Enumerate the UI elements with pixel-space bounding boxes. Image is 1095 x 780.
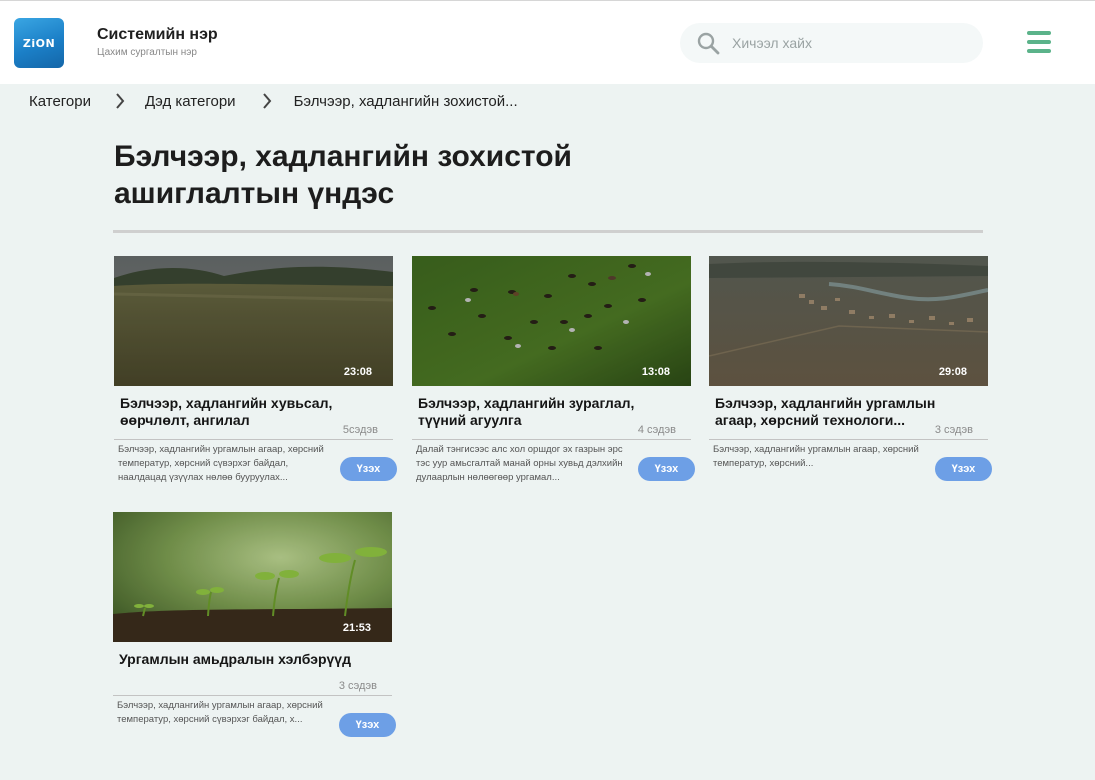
- breadcrumb-category[interactable]: Категори: [29, 93, 91, 110]
- course-title[interactable]: Бэлчээр, хадлангийн ургамлын агаар, хөрс…: [715, 395, 955, 429]
- zion-logo[interactable]: ZiON: [14, 18, 64, 68]
- course-thumbnail-cattle[interactable]: 13:08: [412, 256, 691, 386]
- lesson-count: 3 сэдэв: [934, 424, 973, 436]
- system-name: Системийн нэр: [97, 26, 218, 43]
- card-divider: [114, 439, 393, 440]
- course-card[interactable]: 13:08 Бэлчээр, хадлангийн зураглал, түүн…: [412, 256, 695, 488]
- video-duration: 23:08: [343, 366, 372, 378]
- hamburger-menu-icon[interactable]: [1027, 31, 1053, 55]
- course-description: Бэлчээр, хадлангийн ургамлын агаар, хөрс…: [117, 700, 323, 725]
- course-title[interactable]: Ургамлын амьдралын хэлбэрүүд: [119, 651, 359, 668]
- title-divider: [113, 230, 983, 233]
- course-card[interactable]: 23:08 Бэлчээр, хадлангийн хувьсал, өөрчл…: [114, 256, 397, 488]
- course-thumbnail-grassland[interactable]: 23:08: [114, 256, 393, 386]
- video-duration: 29:08: [938, 366, 967, 378]
- video-duration: 13:08: [641, 366, 670, 378]
- lesson-count: 4 сэдэв: [637, 424, 676, 436]
- search-icon[interactable]: [696, 31, 720, 55]
- chevron-right-icon: [116, 93, 125, 109]
- search-input[interactable]: [732, 23, 972, 63]
- card-divider: [412, 439, 691, 440]
- breadcrumb-current: Бэлчээр, хадлангийн зохистой...: [293, 92, 518, 110]
- course-thumbnail-river-town[interactable]: 29:08: [709, 256, 988, 386]
- course-description: Бэлчээр, хадлангийн ургамлын агаар, хөрс…: [713, 444, 919, 469]
- breadcrumb: Категори Дэд категори Бэлчээр, хадлангий…: [29, 91, 518, 111]
- course-description: Далай тэнгисээс алс хол оршдог эх газрын…: [416, 444, 623, 483]
- course-card[interactable]: 29:08 Бэлчээр, хадлангийн ургамлын агаар…: [709, 256, 992, 488]
- video-duration: 21:53: [342, 622, 371, 634]
- system-subtitle: Цахим сургалтын нэр: [97, 47, 197, 58]
- view-button[interactable]: Үзэх: [340, 457, 397, 481]
- lesson-count: 3 сэдэв: [338, 680, 377, 692]
- search-box[interactable]: [680, 23, 983, 63]
- breadcrumb-subcategory[interactable]: Дэд категори: [145, 93, 236, 110]
- logo-text: ZiON: [22, 36, 56, 50]
- course-title[interactable]: Бэлчээр, хадлангийн зураглал, түүний агу…: [418, 395, 658, 429]
- view-button[interactable]: Үзэх: [339, 713, 396, 737]
- card-divider: [113, 695, 392, 696]
- course-thumbnail-seedlings[interactable]: 21:53: [113, 512, 392, 642]
- view-button[interactable]: Үзэх: [935, 457, 992, 481]
- card-divider: [709, 439, 988, 440]
- course-description: Бэлчээр, хадлангийн ургамлын агаар, хөрс…: [118, 444, 324, 483]
- course-title[interactable]: Бэлчээр, хадлангийн хувьсал, өөрчлөлт, а…: [120, 395, 360, 429]
- top-bar: ZiON Системийн нэр Цахим сургалтын нэр: [0, 0, 1095, 84]
- view-button[interactable]: Үзэх: [638, 457, 695, 481]
- page-title: Бэлчээр, хадлангийн зохистой ашиглалтын …: [114, 140, 572, 210]
- chevron-right-icon: [262, 93, 271, 109]
- course-card[interactable]: 21:53 Ургамлын амьдралын хэлбэрүүд 3 сэд…: [113, 512, 396, 744]
- lesson-count: 5сэдэв: [342, 424, 378, 436]
